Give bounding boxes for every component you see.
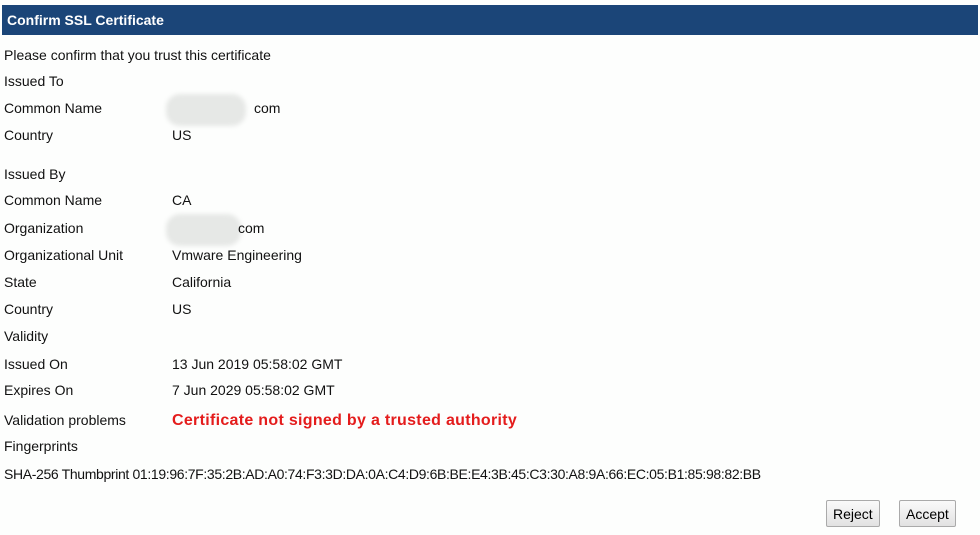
validation-error: Certificate not signed by a trusted auth… <box>172 412 518 429</box>
issued-to-country: Country US <box>4 125 191 145</box>
value: CA <box>172 192 192 208</box>
label: Organization <box>4 220 84 236</box>
label: Validation problems <box>4 412 126 428</box>
accept-button[interactable]: Accept <box>899 500 956 527</box>
label: Common Name <box>4 100 103 116</box>
fingerprints-heading: Fingerprints <box>4 438 78 454</box>
value: Vmware Engineering <box>172 247 302 263</box>
reject-button[interactable]: Reject <box>826 500 880 527</box>
issued-on: Issued On 13 Jun 2019 05:58:02 GMT <box>4 354 342 374</box>
validity-heading: Validity <box>4 328 49 344</box>
issued-by-country: Country US <box>4 299 191 319</box>
value: com <box>238 220 265 236</box>
label: Common Name <box>4 192 103 208</box>
value: US <box>172 301 192 317</box>
expires-on: Expires On 7 Jun 2029 05:58:02 GMT <box>4 380 335 400</box>
label: Country <box>4 127 54 143</box>
value: 13 Jun 2019 05:58:02 GMT <box>172 356 343 372</box>
issued-by-common-name: Common Name CA <box>4 190 191 210</box>
value: 7 Jun 2029 05:58:02 GMT <box>172 382 335 398</box>
issued-to-heading: Issued To <box>4 73 64 89</box>
label: State <box>4 274 37 290</box>
value: 01:19:96:7F:35:2B:AD:A0:74:F3:3D:DA:0A:C… <box>132 466 762 482</box>
label: Organizational Unit <box>4 247 124 263</box>
value: com <box>254 100 281 116</box>
issued-to-common-name: Common Name com <box>4 94 281 126</box>
issued-by-heading: Issued By <box>4 166 66 182</box>
label: Country <box>4 301 54 317</box>
issued-by-state: State California <box>4 272 231 292</box>
sha256-thumbprint: SHA-256 Thumbprint 01:19:96:7F:35:2B:AD:… <box>4 464 761 484</box>
label: SHA-256 Thumbprint <box>4 466 129 482</box>
label: Expires On <box>4 382 74 398</box>
prompt-text: Please confirm that you trust this certi… <box>4 47 271 63</box>
value: California <box>172 274 232 290</box>
value: US <box>172 127 192 143</box>
issued-by-organization: Organization com <box>4 214 265 246</box>
label: Issued On <box>4 356 68 372</box>
issued-by-org-unit: Organizational Unit Vmware Engineering <box>4 245 302 265</box>
validation-problems: Validation problems Certificate not signe… <box>4 410 517 430</box>
dialog-title: Confirm SSL Certificate <box>2 5 978 35</box>
